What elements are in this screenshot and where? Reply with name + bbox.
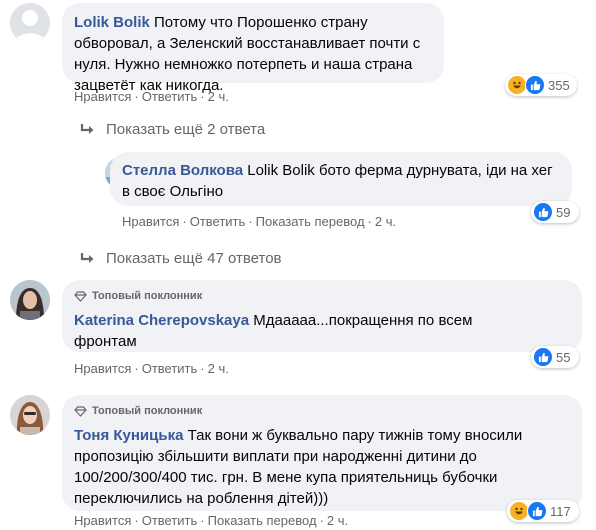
comment-actions: Нравится · Ответить · 2 ч.	[74, 361, 229, 376]
comment-timestamp[interactable]: 2 ч.	[208, 89, 229, 104]
comment-actions: Нравится · Ответить · Показать перевод ·…	[122, 214, 396, 229]
reaction-count: 59	[556, 204, 571, 220]
comment-timestamp[interactable]: 2 ч.	[375, 214, 396, 229]
comment-body: Тоня Куницька Так вони ж буквально пару …	[74, 425, 570, 509]
like-reaction-icon	[527, 501, 547, 521]
like-action[interactable]: Нравится	[74, 89, 131, 104]
comment-actions: Нравится · Ответить · Показать перевод ·…	[74, 513, 348, 528]
avatar[interactable]	[10, 395, 50, 435]
reaction-summary[interactable]: 55	[531, 346, 579, 368]
separator-dot: ·	[319, 513, 324, 528]
comment-bubble: Lolik Bolik Потому что Порошенко страну …	[62, 3, 444, 94]
show-more-replies-label: Показать ещё 2 ответа	[106, 121, 266, 138]
reply-action[interactable]: Ответить	[190, 214, 246, 229]
like-reaction-icon	[525, 75, 545, 95]
reply-arrow-icon	[80, 252, 94, 263]
comment-author[interactable]: Lolik Bolik	[74, 14, 150, 31]
haha-reaction-icon	[507, 75, 527, 95]
avatar[interactable]	[10, 280, 50, 320]
translate-action[interactable]: Показать перевод	[256, 214, 365, 229]
comment-timestamp[interactable]: 2 ч.	[327, 513, 348, 528]
show-more-replies-link[interactable]: Показать ещё 47 ответов	[80, 250, 282, 267]
like-action[interactable]: Нравится	[122, 214, 179, 229]
reaction-summary[interactable]: 59	[531, 201, 579, 223]
translate-action[interactable]: Показать перевод	[208, 513, 317, 528]
comment-body: Katerina Cherepovskaya Мдааааа...покраще…	[74, 310, 514, 352]
comment-author[interactable]: Стелла Волкова	[122, 162, 243, 179]
user-photo-icon	[10, 395, 50, 435]
avatar-default[interactable]	[10, 3, 50, 43]
comment-actions: Нравится · Ответить · 2 ч.	[74, 89, 229, 104]
separator-dot: ·	[200, 89, 205, 104]
reply-action[interactable]: Ответить	[142, 513, 198, 528]
separator-dot: ·	[200, 361, 205, 376]
reply-action[interactable]: Ответить	[142, 361, 198, 376]
default-avatar-icon	[10, 3, 50, 43]
user-photo-icon	[10, 280, 50, 320]
like-reaction-icon	[533, 347, 553, 367]
top-fan-badge[interactable]: Топовый поклонник	[74, 288, 570, 304]
diamond-icon	[74, 405, 87, 417]
top-fan-badge[interactable]: Топовый поклонник	[74, 403, 570, 419]
separator-dot: ·	[248, 214, 253, 229]
comment-body: Стелла Волкова Lolik Bolik бото ферма ду…	[122, 160, 562, 202]
haha-reaction-icon	[509, 501, 529, 521]
reaction-summary[interactable]: 117	[507, 500, 579, 522]
like-reaction-icon	[533, 202, 553, 222]
show-more-replies-label: Показать ещё 47 ответов	[106, 250, 282, 267]
comment-bubble: Топовый поклонник Katerina Cherepovskaya…	[62, 280, 582, 352]
reaction-count: 355	[548, 77, 570, 93]
reaction-summary[interactable]: 355	[505, 74, 577, 96]
separator-dot: ·	[367, 214, 372, 229]
reply-action[interactable]: Ответить	[142, 89, 198, 104]
like-action[interactable]: Нравится	[74, 361, 131, 376]
separator-dot: ·	[134, 89, 139, 104]
separator-dot: ·	[134, 513, 139, 528]
badge-label: Топовый поклонник	[92, 405, 203, 417]
reaction-count: 55	[556, 349, 571, 365]
badge-label: Топовый поклонник	[92, 290, 203, 302]
separator-dot: ·	[134, 361, 139, 376]
like-action[interactable]: Нравится	[74, 513, 131, 528]
show-more-replies-link[interactable]: Показать ещё 2 ответа	[80, 121, 265, 138]
separator-dot: ·	[182, 214, 187, 229]
diamond-icon	[74, 290, 87, 302]
separator-dot: ·	[200, 513, 205, 528]
comment-author[interactable]: Katerina Cherepovskaya	[74, 312, 249, 329]
comment-timestamp[interactable]: 2 ч.	[208, 361, 229, 376]
reaction-count: 117	[550, 503, 571, 519]
comment-body: Lolik Bolik Потому что Порошенко страну …	[74, 12, 432, 96]
reply-arrow-icon	[80, 123, 94, 134]
comment-author[interactable]: Тоня Куницька	[74, 427, 183, 444]
comment-bubble: Топовый поклонник Тоня Куницька Так вони…	[62, 395, 582, 511]
